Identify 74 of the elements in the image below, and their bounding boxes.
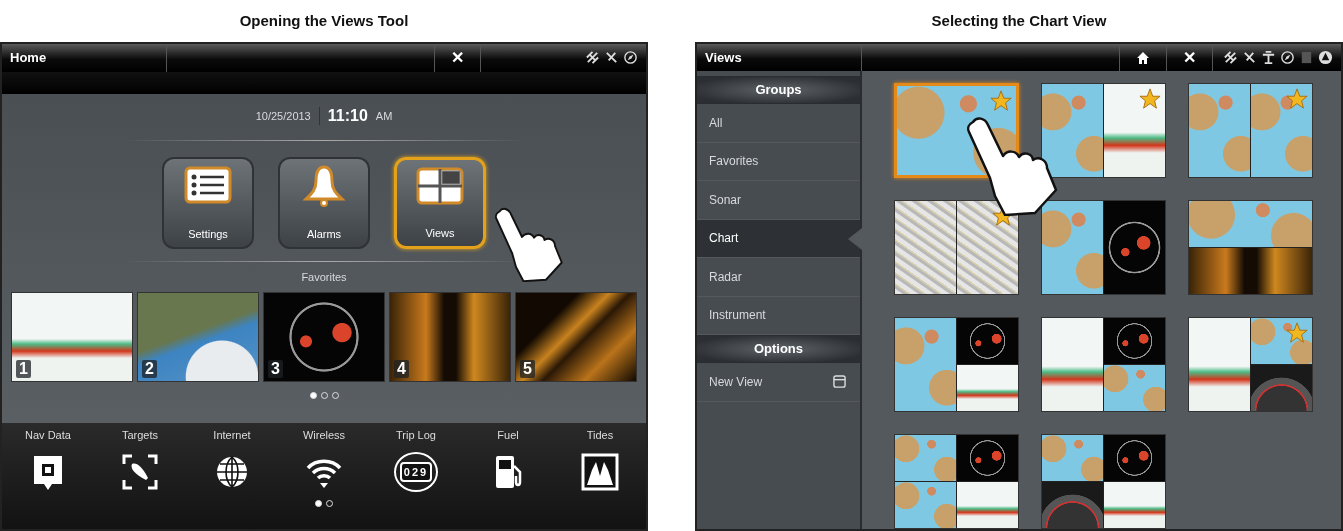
thumbnail-number: 2: [142, 360, 157, 378]
screen-pane: [957, 435, 1018, 481]
screen-pane: [895, 435, 956, 481]
screen-pane: [895, 482, 956, 528]
section-header: Groups: [755, 81, 802, 100]
thumbnail-number: 4: [394, 360, 409, 378]
screen-pane: [1042, 482, 1103, 528]
counter-digits: 029: [399, 461, 433, 483]
bell-icon: [300, 164, 348, 207]
option-item[interactable]: New View: [697, 363, 860, 402]
group-item[interactable]: All: [697, 104, 860, 143]
no-signal-icon: [604, 50, 619, 66]
grid-icon: [416, 165, 464, 208]
group-item[interactable]: Favorites: [697, 142, 860, 181]
group-item[interactable]: Radar: [697, 258, 860, 297]
page-dot[interactable]: [309, 391, 317, 399]
list-icon: [184, 164, 232, 207]
view-layout-tile[interactable]: [1188, 317, 1313, 412]
thumbnail-number: 5: [520, 360, 535, 378]
close-button[interactable]: ✕: [1167, 49, 1212, 66]
screen-thumbnail[interactable]: 3: [263, 291, 385, 382]
view-layout-tile[interactable]: [1188, 200, 1313, 295]
page-dot[interactable]: [315, 499, 322, 507]
time-text: 11:10: [327, 105, 368, 126]
shortcut-button[interactable]: [580, 451, 620, 492]
no-signal-icon: [1242, 50, 1257, 65]
group-item[interactable]: Sonar: [697, 181, 860, 220]
section-label: Favorites: [301, 270, 347, 283]
trip-log-button[interactable]: 029: [394, 451, 438, 492]
shortcut-label: Nav Data: [25, 428, 71, 444]
view-layout-tile[interactable]: [1041, 83, 1166, 178]
screen-thumbnail[interactable]: 1: [11, 291, 133, 382]
shortcut-label: Wireless: [302, 428, 346, 444]
view-layout-tile[interactable]: [894, 434, 1019, 529]
screen-pane: [957, 482, 1018, 528]
screen-title: Home: [9, 49, 47, 68]
satellite-icon: [1223, 50, 1238, 65]
view-layout-tile[interactable]: [1041, 200, 1166, 295]
view-layout-tile[interactable]: [1188, 83, 1313, 178]
screen-pane: [1104, 482, 1165, 528]
close-button[interactable]: ✕: [435, 49, 480, 66]
figure-caption: Opening the Views Tool: [239, 10, 409, 31]
screen-pane: [1104, 435, 1165, 481]
compass-icon: [623, 50, 638, 66]
screen-title: Views: [704, 48, 742, 67]
view-layout-tile[interactable]: [894, 200, 1019, 295]
warning-circle-icon: [1318, 50, 1333, 65]
view-layout-tile[interactable]: [894, 317, 1019, 412]
tool-button[interactable]: Views: [394, 156, 486, 249]
shortcut-label: Trip Log: [396, 428, 436, 444]
view-layout-tile[interactable]: [1041, 434, 1166, 529]
window-icon: [833, 375, 846, 389]
shortcut-label: Fuel: [497, 428, 519, 444]
group-item[interactable]: Chart: [697, 219, 860, 258]
date-text: 10/25/2013: [255, 108, 311, 124]
shortcut-label: Targets: [121, 428, 159, 444]
screen-thumbnail[interactable]: 2: [137, 291, 259, 382]
tool-button[interactable]: Settings: [162, 156, 254, 249]
home-icon: [1136, 50, 1150, 65]
tide-graph-icon: [580, 451, 620, 492]
thumbnail-number: 3: [268, 360, 283, 378]
screen-thumbnail[interactable]: 4: [389, 291, 511, 382]
shortcut-label: Internet: [213, 428, 251, 444]
satellite-icon: [585, 50, 600, 66]
tool-button[interactable]: Alarms: [278, 156, 370, 249]
view-layout-tile[interactable]: [1041, 317, 1166, 412]
figure-caption: Selecting the Chart View: [931, 10, 1107, 31]
screen-thumbnail[interactable]: 5: [515, 291, 637, 382]
am-pm-text: AM: [375, 108, 393, 124]
section-header: Options: [753, 340, 804, 359]
screen-pane: [1042, 435, 1103, 481]
compass-icon: [1280, 50, 1295, 65]
thumbnail-number: 1: [16, 360, 31, 378]
shortcut-label: Tides: [586, 428, 614, 444]
